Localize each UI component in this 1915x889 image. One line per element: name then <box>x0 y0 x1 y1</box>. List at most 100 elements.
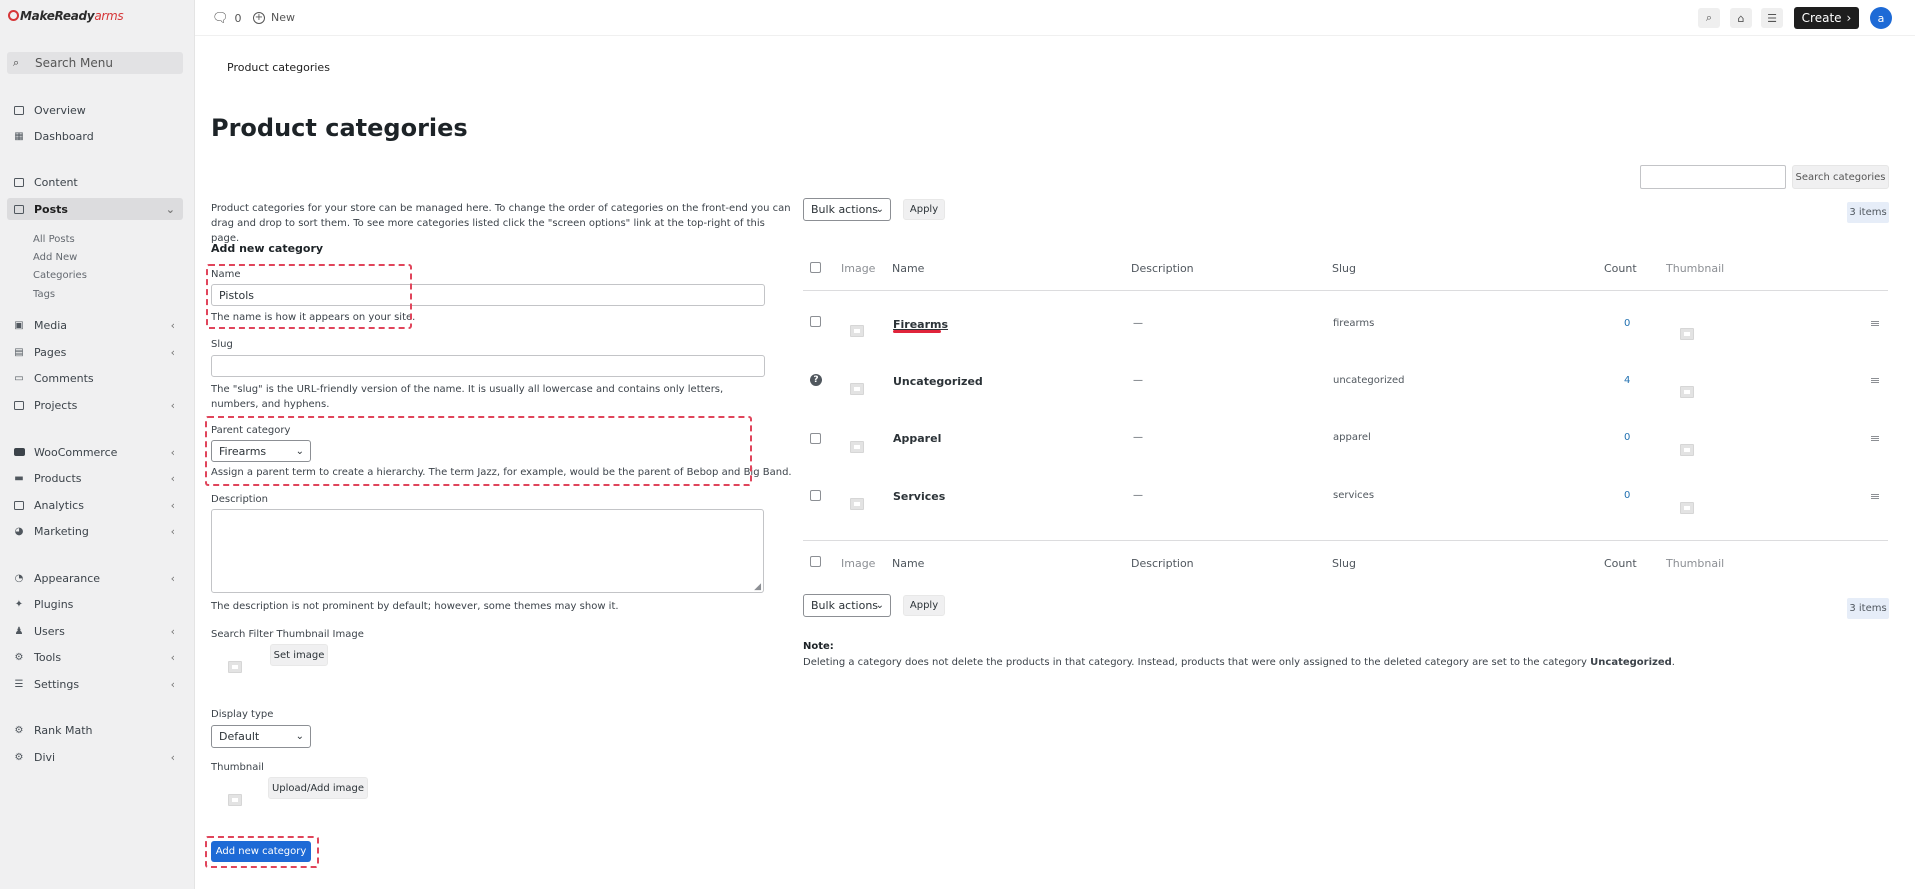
page-title: Product categories <box>211 114 468 142</box>
chevron-left-icon: ‹ <box>170 398 175 412</box>
row-slug: uncategorized <box>1333 375 1405 386</box>
bulk-actions-select-top[interactable]: Bulk actions ⌄ <box>803 198 891 221</box>
column-header-description: Description <box>1131 262 1194 275</box>
row-checkbox[interactable] <box>810 316 821 327</box>
column-header-name[interactable]: Name <box>892 262 924 275</box>
chevron-down-icon: ⌄ <box>875 204 884 215</box>
sidebar-item-media[interactable]: ▣ Media ‹ <box>7 314 183 336</box>
logo-text-accent: arms <box>94 9 124 23</box>
sidebar-item-divi[interactable]: ⚙ Divi ‹ <box>7 746 183 768</box>
set-image-button[interactable]: Set image <box>270 644 328 666</box>
site-logo[interactable]: MakeReadyarms <box>8 9 124 23</box>
drag-handle-icon[interactable] <box>1871 436 1879 441</box>
analytics-icon <box>12 499 26 511</box>
chevron-down-icon: ⌄ <box>165 202 175 216</box>
slug-input[interactable] <box>211 355 765 377</box>
sidebar-item-comments[interactable]: ▭ Comments <box>7 367 183 389</box>
drag-handle-icon[interactable] <box>1871 494 1879 499</box>
sidebar-item-overview[interactable]: Overview <box>7 99 183 121</box>
column-header-count[interactable]: Count <box>1604 262 1637 275</box>
name-underline-highlight <box>893 330 941 333</box>
row-name-link[interactable]: Services <box>893 490 945 503</box>
chevron-left-icon: ‹ <box>170 471 175 485</box>
home-button[interactable]: ⌂ <box>1730 8 1752 28</box>
search-menu-input[interactable]: ⌕ Search Menu <box>7 52 183 74</box>
chevron-left-icon: ‹ <box>170 677 175 691</box>
image-placeholder-icon <box>1680 502 1694 514</box>
sidebar-subitem-all-posts[interactable]: All Posts <box>33 234 75 245</box>
row-checkbox[interactable] <box>810 490 821 501</box>
select-all-checkbox-bottom[interactable] <box>810 556 821 567</box>
users-icon: ♟ <box>14 625 24 637</box>
help-icon[interactable]: ? <box>810 374 822 386</box>
apply-button-top[interactable]: Apply <box>903 199 945 220</box>
row-slug: services <box>1333 490 1375 501</box>
search-button[interactable]: ⌕ <box>1698 8 1720 28</box>
column-header-slug[interactable]: Slug <box>1332 262 1356 275</box>
select-all-checkbox[interactable] <box>810 262 821 273</box>
sidebar-subitem-tags[interactable]: Tags <box>33 289 55 300</box>
row-count-link[interactable]: 0 <box>1624 318 1630 329</box>
row-name-link[interactable]: Uncategorized <box>893 375 983 388</box>
sidebar-item-projects[interactable]: Projects ‹ <box>7 394 183 416</box>
row-count-link[interactable]: 0 <box>1624 432 1630 443</box>
sidebar-item-analytics[interactable]: Analytics ‹ <box>7 494 183 516</box>
sidebar-item-tools[interactable]: ⚙ Tools ‹ <box>7 646 183 668</box>
resize-handle-icon[interactable]: ◢ <box>754 582 761 592</box>
apply-button-bottom[interactable]: Apply <box>903 595 945 616</box>
display-type-select[interactable]: Default ⌄ <box>211 725 311 748</box>
row-name-link[interactable]: Apparel <box>893 432 941 445</box>
appearance-icon: ◔ <box>14 572 24 584</box>
image-placeholder-icon <box>850 383 864 395</box>
tools-icon: ⚙ <box>14 651 24 663</box>
sidebar-item-woocommerce[interactable]: WooCommerce ‹ <box>7 441 183 463</box>
chevron-left-icon: ‹ <box>170 624 175 638</box>
drag-handle-icon[interactable] <box>1871 378 1879 383</box>
search-menu-label: Search Menu <box>35 56 113 70</box>
sidebar-item-posts[interactable]: Posts ⌄ <box>7 198 183 220</box>
column-footer-slug[interactable]: Slug <box>1332 557 1356 570</box>
sidebar-item-dashboard[interactable]: ▦ Dashboard <box>7 125 183 147</box>
bulk-actions-select-bottom[interactable]: Bulk actions ⌄ <box>803 594 891 617</box>
sidebar-item-settings[interactable]: ☰ Settings ‹ <box>7 673 183 695</box>
overview-icon <box>12 104 26 116</box>
avatar[interactable]: a <box>1870 7 1892 29</box>
screen-options-button[interactable]: ☰ <box>1761 8 1783 28</box>
row-checkbox[interactable] <box>810 433 821 444</box>
search-icon: ⌕ <box>1705 11 1713 24</box>
sidebar-item-pages[interactable]: ▤ Pages ‹ <box>7 341 183 363</box>
search-categories-button[interactable]: Search categories <box>1792 165 1889 189</box>
sidebar-item-marketing[interactable]: ◕ Marketing ‹ <box>7 520 183 542</box>
image-placeholder-icon <box>850 441 864 453</box>
dashboard-icon: ▦ <box>14 130 24 142</box>
row-count-link[interactable]: 4 <box>1624 375 1630 386</box>
column-footer-count[interactable]: Count <box>1604 557 1637 570</box>
products-icon: ▬ <box>14 472 24 484</box>
sidebar-item-products[interactable]: ▬ Products ‹ <box>7 467 183 489</box>
column-footer-name[interactable]: Name <box>892 557 924 570</box>
create-button[interactable]: Create › <box>1794 7 1859 29</box>
settings-icon: ☰ <box>14 678 24 690</box>
search-menu-icon: ⌕ <box>13 56 20 69</box>
column-header-image: Image <box>841 262 876 275</box>
sidebar-subitem-categories[interactable]: Categories <box>33 270 87 281</box>
description-textarea[interactable]: ◢ <box>211 509 764 593</box>
logo-mark-icon <box>8 10 19 21</box>
image-placeholder-icon <box>228 794 242 806</box>
comments-link[interactable]: 🗨 0 <box>212 11 242 26</box>
drag-handle-icon[interactable] <box>1871 321 1879 326</box>
sidebar-item-appearance[interactable]: ◔ Appearance ‹ <box>7 567 183 589</box>
note-text: Deleting a category does not delete the … <box>803 657 1675 668</box>
sidebar-item-users[interactable]: ♟ Users ‹ <box>7 620 183 642</box>
chevron-right-icon: › <box>1846 11 1852 25</box>
sidebar-item-content[interactable]: Content <box>7 171 183 193</box>
sidebar-subitem-add-new[interactable]: Add New <box>33 252 77 263</box>
new-link[interactable]: + New <box>253 11 295 24</box>
search-categories-input[interactable] <box>1640 165 1786 189</box>
slug-label: Slug <box>211 339 233 350</box>
row-count-link[interactable]: 0 <box>1624 490 1630 501</box>
upload-image-button[interactable]: Upload/Add image <box>268 777 368 799</box>
sidebar-item-plugins[interactable]: ✦ Plugins <box>7 593 183 615</box>
sidebar-item-rank-math[interactable]: ⚙ Rank Math <box>7 719 183 741</box>
image-placeholder-icon <box>228 661 242 673</box>
